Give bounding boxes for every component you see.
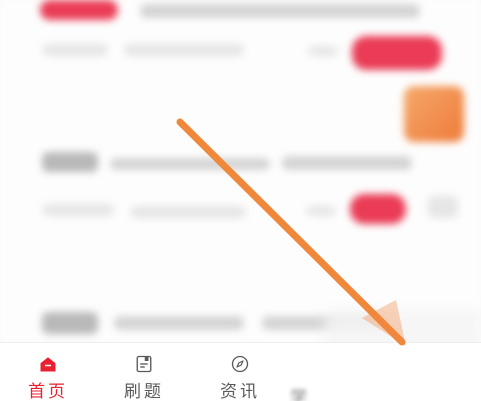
compass-icon [231,355,249,373]
tab-news-label: 资讯 [220,382,260,401]
tag-badge [40,0,118,20]
home-icon [40,357,56,372]
tab-home[interactable]: 首页 [0,343,96,401]
tab-practice[interactable]: 刷题 [96,343,192,401]
tab-home-label: 首页 [28,382,68,401]
promo-badge[interactable] [404,86,464,142]
list-item-title [110,158,270,170]
notebook-icon [136,355,152,373]
tab-study-label: 学 [290,388,307,401]
list-item-title [140,4,420,18]
tab-practice-label: 刷题 [124,382,164,401]
list-item-title [282,156,412,170]
list-item-meta [42,44,108,56]
feed-list [0,0,481,342]
list-item-meta [308,46,338,56]
app-screen: 首页 刷题 资讯 学 [0,0,481,401]
list-item-meta [42,204,114,216]
more-icon[interactable] [428,196,458,218]
action-button[interactable] [350,194,406,224]
list-item-meta [130,206,246,218]
list-item-tag [42,152,98,172]
tab-study[interactable]: 学 [288,343,481,401]
tab-news[interactable]: 资讯 [192,343,288,401]
bottom-tab-bar: 首页 刷题 资讯 学 [0,342,481,401]
list-item-meta [124,44,244,56]
list-item-title [114,316,244,330]
list-item-meta [306,206,336,216]
action-button[interactable] [352,36,442,70]
list-item-tag [42,312,98,334]
